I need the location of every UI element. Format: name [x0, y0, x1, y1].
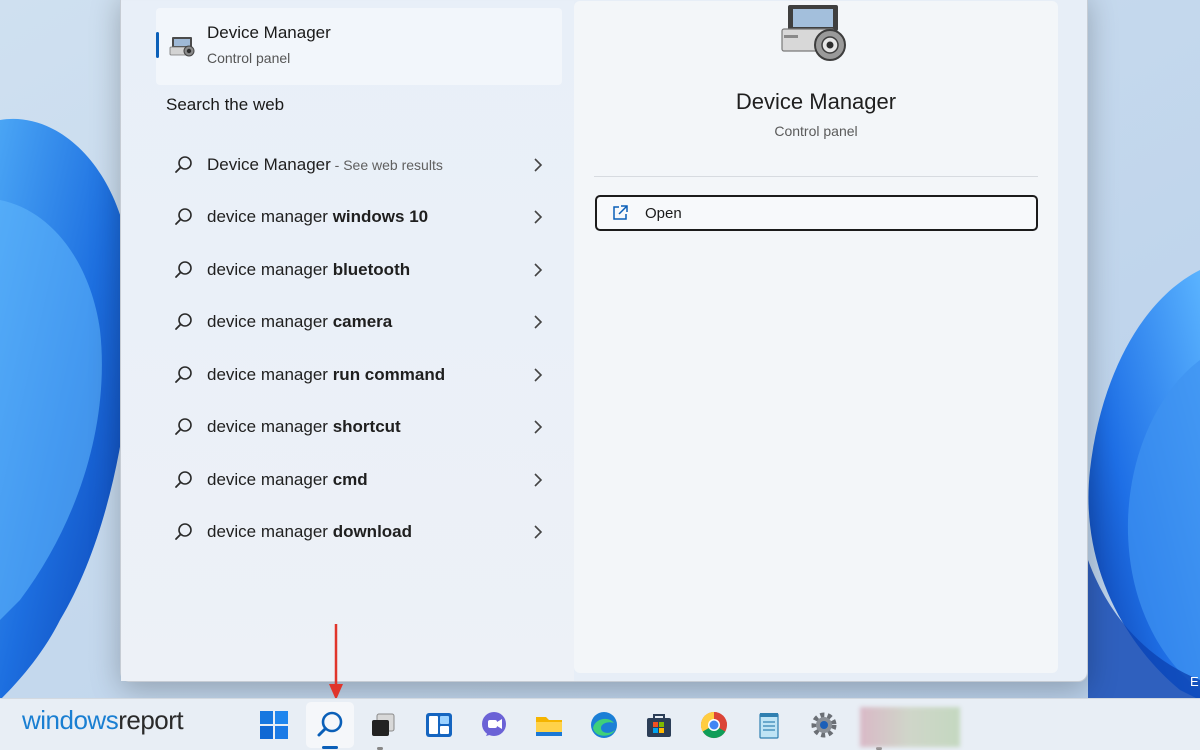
desktop-edge-text: E	[1190, 674, 1199, 689]
web-result-text: device manager shortcut	[207, 417, 401, 437]
best-match-item[interactable]: Device Manager Control panel	[156, 8, 562, 85]
chevron-right-icon	[533, 263, 543, 277]
search-icon	[173, 469, 195, 491]
chevron-right-icon	[533, 473, 543, 487]
search-icon	[173, 259, 195, 281]
search-icon	[173, 416, 195, 438]
open-external-icon	[611, 204, 629, 222]
web-result-item[interactable]: Device Manager - See web results	[161, 143, 551, 187]
web-result-text: device manager bluetooth	[207, 260, 410, 280]
web-result-text: device manager download	[207, 522, 412, 542]
search-web-heading: Search the web	[166, 95, 284, 115]
web-result-item[interactable]: device manager download	[161, 510, 551, 554]
chevron-right-icon	[533, 368, 543, 382]
open-button[interactable]: Open	[595, 195, 1038, 231]
search-icon	[173, 364, 195, 386]
best-match-subtitle: Control panel	[207, 50, 290, 66]
best-match-title: Device Manager	[207, 23, 331, 43]
notepad-icon	[754, 710, 784, 740]
start-icon	[259, 710, 289, 740]
task-view-icon	[368, 710, 398, 740]
chevron-right-icon	[533, 315, 543, 329]
web-result-text: device manager windows 10	[207, 207, 428, 227]
web-result-item[interactable]: device manager bluetooth	[161, 248, 551, 292]
search-flyout: Device Manager Control panel Search the …	[120, 0, 1088, 682]
web-result-item[interactable]: device manager run command	[161, 353, 551, 397]
web-result-text: Device Manager - See web results	[207, 155, 443, 175]
result-detail-pane: Device Manager Control panel Open	[574, 1, 1058, 673]
search-icon	[315, 710, 345, 740]
detail-title: Device Manager	[574, 89, 1058, 115]
detail-subtitle: Control panel	[574, 123, 1058, 139]
chevron-right-icon	[533, 210, 543, 224]
search-icon	[173, 311, 195, 333]
chrome-icon	[699, 710, 729, 740]
web-result-text: device manager camera	[207, 312, 392, 332]
device-manager-icon	[169, 34, 197, 60]
red-arrow-annotation	[326, 622, 346, 702]
chat-button[interactable]	[477, 708, 511, 742]
search-icon	[173, 206, 195, 228]
settings-icon	[809, 710, 839, 740]
start-button[interactable]	[257, 708, 291, 742]
see-web-results-hint: - See web results	[331, 157, 443, 173]
chevron-right-icon	[533, 420, 543, 434]
widgets-icon	[424, 710, 454, 740]
windowsreport-logo: windowsreport	[22, 705, 183, 736]
chevron-right-icon	[533, 525, 543, 539]
task-view-button[interactable]	[366, 708, 400, 742]
active-indicator	[322, 746, 338, 749]
widgets-button[interactable]	[422, 708, 456, 742]
chevron-right-icon	[533, 158, 543, 172]
open-label: Open	[645, 205, 682, 222]
web-result-text: device manager run command	[207, 365, 445, 385]
selection-accent	[156, 32, 159, 58]
file-explorer-icon	[534, 710, 564, 740]
edge-button[interactable]	[587, 708, 621, 742]
web-result-item[interactable]: device manager cmd	[161, 458, 551, 502]
web-result-item[interactable]: device manager shortcut	[161, 405, 551, 449]
search-results-pane: Device Manager Control panel Search the …	[121, 1, 574, 681]
search-icon	[173, 154, 195, 176]
edge-icon	[589, 710, 619, 740]
store-icon	[644, 710, 674, 740]
web-result-item[interactable]: device manager camera	[161, 300, 551, 344]
web-result-text: device manager cmd	[207, 470, 368, 490]
search-icon	[173, 521, 195, 543]
blurred-tray-area	[860, 707, 960, 747]
search-button[interactable]	[313, 708, 347, 742]
device-manager-icon	[774, 1, 854, 67]
taskbar: windowsreport	[0, 698, 1200, 750]
web-result-item[interactable]: device manager windows 10	[161, 195, 551, 239]
settings-button[interactable]	[807, 708, 841, 742]
store-button[interactable]	[642, 708, 676, 742]
chrome-button[interactable]	[697, 708, 731, 742]
teams-chat-icon	[479, 710, 509, 740]
divider	[594, 176, 1038, 177]
notepad-button[interactable]	[752, 708, 786, 742]
file-explorer-button[interactable]	[532, 708, 566, 742]
